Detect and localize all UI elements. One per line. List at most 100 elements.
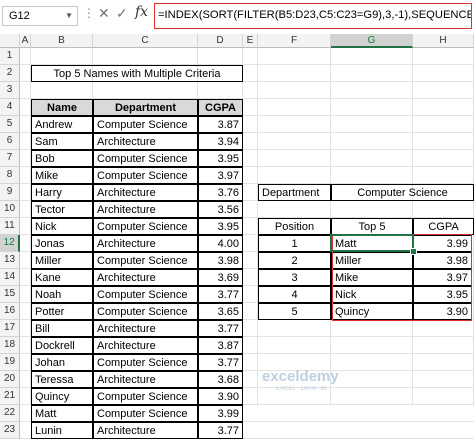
row-header-7[interactable]: 7	[0, 150, 20, 167]
table-cell-cgpa[interactable]: 3.77	[198, 354, 243, 371]
row-header-10[interactable]: 10	[0, 201, 20, 218]
table-cell-cgpa[interactable]: 3.95	[198, 150, 243, 167]
column-header-g[interactable]: G	[331, 34, 413, 48]
table-cell-cgpa[interactable]: 3.77	[198, 320, 243, 337]
name-box[interactable]: G12 ▼	[2, 6, 78, 26]
table-cell-department[interactable]: Architecture	[93, 422, 198, 439]
formula-input[interactable]: =INDEX(SORT(FILTER(B5:D23,C5:C23=G9),3,-…	[154, 3, 472, 29]
row-header-15[interactable]: 15	[0, 286, 20, 303]
table-cell-cgpa[interactable]: 3.98	[198, 252, 243, 269]
table-cell-cgpa[interactable]: 3.76	[198, 184, 243, 201]
table-cell-cgpa[interactable]: 3.77	[198, 422, 243, 439]
table-cell-department[interactable]: Computer Science	[93, 405, 198, 422]
row-header-8[interactable]: 8	[0, 167, 20, 184]
chevron-down-icon[interactable]: ▼	[65, 7, 73, 25]
result-cell-position[interactable]: 5	[258, 303, 331, 320]
row-header-9[interactable]: 9	[0, 184, 20, 201]
result-cell-position[interactable]: 4	[258, 286, 331, 303]
row-header-2[interactable]: 2	[0, 65, 20, 82]
cancel-icon[interactable]: ✕	[98, 5, 110, 22]
row-header-12[interactable]: 12	[0, 235, 20, 252]
table-cell-name[interactable]: Teressa	[31, 371, 93, 388]
row-header-14[interactable]: 14	[0, 269, 20, 286]
table-cell-name[interactable]: Nick	[31, 218, 93, 235]
table-cell-cgpa[interactable]: 3.65	[198, 303, 243, 320]
table-cell-name[interactable]: Tector	[31, 201, 93, 218]
table-cell-cgpa[interactable]: 3.69	[198, 269, 243, 286]
table-cell-cgpa[interactable]: 3.87	[198, 337, 243, 354]
table-cell-department[interactable]: Computer Science	[93, 303, 198, 320]
result-cell-position[interactable]: 3	[258, 269, 331, 286]
table-cell-name[interactable]: Bill	[31, 320, 93, 337]
column-header-e[interactable]: E	[243, 34, 258, 48]
table-cell-name[interactable]: Miller	[31, 252, 93, 269]
table-cell-cgpa[interactable]: 3.77	[198, 286, 243, 303]
fill-handle[interactable]	[410, 248, 417, 255]
column-header-h[interactable]: H	[413, 34, 474, 48]
table-cell-name[interactable]: Harry	[31, 184, 93, 201]
table-cell-name[interactable]: Matt	[31, 405, 93, 422]
result-header-top-5[interactable]: Top 5	[331, 218, 413, 235]
table-cell-department[interactable]: Computer Science	[93, 167, 198, 184]
column-header-b[interactable]: B	[31, 34, 93, 48]
table-cell-cgpa[interactable]: 3.95	[198, 218, 243, 235]
table-cell-name[interactable]: Potter	[31, 303, 93, 320]
table-cell-department[interactable]: Architecture	[93, 235, 198, 252]
row-header-18[interactable]: 18	[0, 337, 20, 354]
table-cell-cgpa[interactable]: 3.99	[198, 405, 243, 422]
table-cell-name[interactable]: Bob	[31, 150, 93, 167]
table-cell-department[interactable]: Architecture	[93, 201, 198, 218]
result-cell-position[interactable]: 2	[258, 252, 331, 269]
table-cell-name[interactable]: Mike	[31, 167, 93, 184]
table-cell-department[interactable]: Architecture	[93, 133, 198, 150]
table-cell-cgpa[interactable]: 3.87	[198, 116, 243, 133]
table-cell-cgpa[interactable]: 3.97	[198, 167, 243, 184]
table-cell-name[interactable]: Jonas	[31, 235, 93, 252]
row-header-23[interactable]: 23	[0, 422, 20, 439]
row-header-13[interactable]: 13	[0, 252, 20, 269]
table-header-department[interactable]: Department	[93, 99, 198, 116]
table-header-name[interactable]: Name	[31, 99, 93, 116]
table-cell-name[interactable]: Johan	[31, 354, 93, 371]
table-cell-name[interactable]: Quincy	[31, 388, 93, 405]
criteria-label[interactable]: Department	[258, 184, 331, 201]
row-header-5[interactable]: 5	[0, 116, 20, 133]
table-cell-department[interactable]: Architecture	[93, 184, 198, 201]
table-cell-cgpa[interactable]: 4.00	[198, 235, 243, 252]
result-header-cgpa[interactable]: CGPA	[413, 218, 474, 235]
table-cell-cgpa[interactable]: 3.56	[198, 201, 243, 218]
row-header-11[interactable]: 11	[0, 218, 20, 235]
insert-function-icon[interactable]: fx	[135, 4, 148, 20]
table-cell-department[interactable]: Architecture	[93, 337, 198, 354]
row-header-19[interactable]: 19	[0, 354, 20, 371]
table-cell-cgpa[interactable]: 3.94	[198, 133, 243, 150]
table-header-cgpa[interactable]: CGPA	[198, 99, 243, 116]
row-header-22[interactable]: 22	[0, 405, 20, 422]
column-header-f[interactable]: F	[258, 34, 331, 48]
table-cell-name[interactable]: Andrew	[31, 116, 93, 133]
table-cell-name[interactable]: Kane	[31, 269, 93, 286]
table-cell-department[interactable]: Architecture	[93, 269, 198, 286]
table-cell-cgpa[interactable]: 3.68	[198, 371, 243, 388]
row-header-20[interactable]: 20	[0, 371, 20, 388]
enter-icon[interactable]: ✓	[116, 5, 128, 22]
table-cell-name[interactable]: Sam	[31, 133, 93, 150]
result-cell-position[interactable]: 1	[258, 235, 331, 252]
select-all-corner[interactable]	[0, 34, 20, 48]
table-cell-department[interactable]: Computer Science	[93, 150, 198, 167]
active-cell-g12[interactable]	[330, 234, 414, 252]
table-cell-cgpa[interactable]: 3.90	[198, 388, 243, 405]
column-header-c[interactable]: C	[93, 34, 198, 48]
row-header-6[interactable]: 6	[0, 133, 20, 150]
more-options-icon[interactable]: ⋮	[83, 6, 95, 20]
row-header-21[interactable]: 21	[0, 388, 20, 405]
table-cell-department[interactable]: Computer Science	[93, 218, 198, 235]
row-header-3[interactable]: 3	[0, 82, 20, 99]
table-cell-name[interactable]: Lunin	[31, 422, 93, 439]
sheet-title[interactable]: Top 5 Names with Multiple Criteria	[31, 65, 243, 82]
table-cell-department[interactable]: Architecture	[93, 371, 198, 388]
column-header-a[interactable]: A	[20, 34, 31, 48]
table-cell-name[interactable]: Noah	[31, 286, 93, 303]
row-header-4[interactable]: 4	[0, 99, 20, 116]
table-cell-department[interactable]: Architecture	[93, 320, 198, 337]
